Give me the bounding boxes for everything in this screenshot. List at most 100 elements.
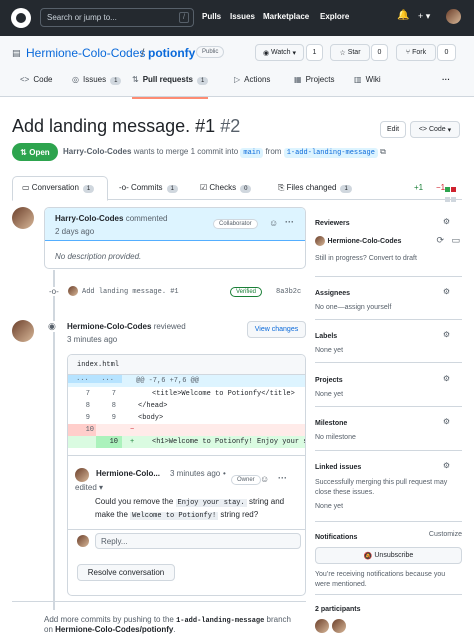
edited-dropdown[interactable]: edited ▾ — [75, 483, 103, 492]
smiley-icon[interactable]: ☺ — [260, 474, 269, 484]
diff-line-deleted: 10− — [68, 424, 305, 436]
star-button[interactable]: ☆ Star — [330, 44, 370, 61]
unsubscribe-button[interactable]: 🔕 Unsubscribe — [315, 547, 462, 564]
gear-icon[interactable]: ⚙ — [443, 217, 450, 226]
gear-icon[interactable]: ⚙ — [443, 287, 450, 296]
fork-count[interactable]: 0 — [437, 44, 456, 61]
assignees-heading[interactable]: Assignees — [315, 290, 350, 297]
checks-count: 0 — [240, 185, 252, 193]
github-logo-icon[interactable] — [11, 8, 31, 28]
reviewer-avatar[interactable] — [12, 320, 34, 342]
pr-number-2[interactable]: #2 — [220, 116, 240, 136]
edit-button[interactable]: Edit — [380, 121, 406, 138]
customize-link[interactable]: Customize — [429, 531, 462, 538]
tab-wiki-label: Wiki — [365, 75, 381, 84]
copy-icon[interactable]: ⧉ — [380, 147, 386, 156]
kebab-menu-icon[interactable]: ··· — [285, 217, 294, 227]
smiley-icon[interactable]: ☺ — [269, 218, 278, 228]
tab-pull-requests[interactable]: ⇅ Pull requests 1 — [132, 75, 209, 99]
reviewer-name[interactable]: Hermione-Colo-Codes — [328, 238, 402, 245]
commit-sha[interactable]: 8a3b2c — [276, 288, 301, 296]
diff-line: 8 8 </head> — [85, 402, 168, 410]
nav-pulls[interactable]: Pulls — [202, 12, 221, 21]
tab-issues[interactable]: ◎ Issues 1 — [72, 75, 122, 85]
code-icon: <> — [20, 75, 30, 84]
more-menu-icon[interactable]: ··· — [442, 75, 450, 84]
head-branch[interactable]: 1-add-landing-message — [283, 148, 378, 158]
linked-issues-heading[interactable]: Linked issues — [315, 464, 361, 471]
user-avatar[interactable] — [446, 9, 461, 24]
tab-actions[interactable]: ▷ Actions — [234, 75, 270, 84]
base-branch[interactable]: main — [240, 148, 264, 158]
edited-label: edited — [75, 483, 97, 492]
reviewer-avatar-small[interactable] — [315, 235, 325, 246]
tab-files-changed[interactable]: ⎘ Files changed 1 — [278, 183, 352, 193]
status-label: Open — [29, 147, 50, 157]
inner-avatar[interactable] — [75, 468, 89, 482]
commit-message[interactable]: Add landing message. #1 — [82, 288, 179, 296]
pr-number: #1 — [195, 116, 216, 136]
inner-comment-body: Could you remove the Enjoy your stay. st… — [95, 497, 285, 520]
gear-icon[interactable]: ⚙ — [443, 461, 450, 470]
view-changes-button[interactable]: View changes — [247, 321, 306, 338]
notifications-note: You’re receiving notifications because y… — [315, 571, 446, 588]
nav-marketplace[interactable]: Marketplace — [263, 12, 309, 21]
milestone-heading[interactable]: Milestone — [315, 420, 347, 427]
author-avatar[interactable] — [12, 207, 34, 229]
inner-edit-menu-icon[interactable]: • — [223, 469, 226, 478]
review-author[interactable]: Hermione-Colo-Codes — [67, 322, 151, 331]
file-name[interactable]: index.html — [77, 361, 119, 369]
reviewers-section: Reviewers ⚙ Hermione-Colo-Codes ⟳ ▭ Still i… — [315, 217, 462, 262]
bell-slash-icon: 🔕 — [363, 552, 375, 560]
diff-view: ... ... @@ -7,6 +7,6 @@ 7 7 <title>Welcome … — [68, 375, 305, 453]
eye-icon: ◉ — [262, 49, 271, 57]
watch-count[interactable]: 1 — [306, 44, 323, 61]
projects-heading[interactable]: Projects — [315, 377, 343, 384]
commit-author-avatar[interactable] — [68, 286, 78, 296]
gear-icon[interactable]: ⚙ — [443, 417, 450, 426]
tab-files-label: Files changed — [286, 183, 337, 192]
inner-time[interactable]: 3 minutes ago — [170, 469, 220, 478]
fork-button[interactable]: ⑂ Fork — [396, 44, 436, 61]
plus-dropdown-icon[interactable]: + ▾ — [418, 11, 430, 22]
bell-icon[interactable]: 🔔 — [397, 10, 409, 21]
nav-issues[interactable]: Issues — [230, 12, 255, 21]
comment-author[interactable]: Harry-Colo-Codes — [55, 214, 123, 223]
gear-icon[interactable]: ⚙ — [443, 330, 450, 339]
convert-to-draft-link[interactable]: Still in progress? Convert to draft — [315, 255, 462, 262]
tab-commits[interactable]: -o- Commits 1 — [119, 183, 178, 193]
star-label: Star — [347, 49, 361, 56]
gear-icon[interactable]: ⚙ — [443, 374, 450, 383]
search-input[interactable]: Search or jump to... / — [40, 8, 194, 27]
nav-explore[interactable]: Explore — [320, 12, 349, 21]
tab-wiki[interactable]: ▥ Wiki — [354, 75, 381, 84]
repo-header: ▤ Hermione-Colo-Codes / potionfy Public … — [0, 36, 474, 99]
tab-checks[interactable]: ☑ Checks 0 — [200, 183, 252, 193]
tab-code[interactable]: <> Code — [20, 75, 52, 84]
refresh-icon[interactable]: ⟳ — [436, 235, 444, 246]
comment-icon: ▭ — [22, 183, 32, 192]
reply-input[interactable]: Reply... — [95, 533, 301, 549]
labels-heading[interactable]: Labels — [315, 333, 337, 340]
pr-description-comment: Harry-Colo-Codes commented 2 days ago Co… — [44, 207, 306, 269]
repo-owner-link[interactable]: Hermione-Colo-Codes — [26, 46, 145, 60]
push-hint-repo[interactable]: Hermione-Colo-Codes/potionfy — [55, 625, 173, 634]
participant-avatar[interactable] — [332, 619, 346, 633]
review-time[interactable]: 3 minutes ago — [67, 335, 117, 344]
assign-yourself-link[interactable]: No one—assign yourself — [315, 304, 462, 311]
participant-avatar[interactable] — [315, 619, 329, 633]
inner-author[interactable]: Hermione-Colo... — [96, 469, 160, 478]
resolve-conversation-button[interactable]: Resolve conversation — [77, 564, 175, 581]
additions-count: +1 — [414, 183, 424, 192]
reviewers-heading[interactable]: Reviewers — [315, 220, 350, 227]
pr-author[interactable]: Harry-Colo-Codes — [63, 147, 131, 156]
watch-button[interactable]: ◉ Watch ▾ — [255, 44, 304, 61]
repo-name-link[interactable]: potionfy — [148, 46, 195, 60]
verified-badge[interactable]: Verified — [230, 287, 263, 297]
code-button[interactable]: <> Code ▾ — [410, 121, 460, 138]
kebab-menu-icon[interactable]: ··· — [278, 473, 287, 483]
comment-time[interactable]: 2 days ago — [55, 227, 94, 236]
star-count[interactable]: 0 — [371, 44, 388, 61]
milestone-value: No milestone — [315, 434, 356, 441]
tab-projects[interactable]: ▦ Projects — [294, 75, 334, 84]
